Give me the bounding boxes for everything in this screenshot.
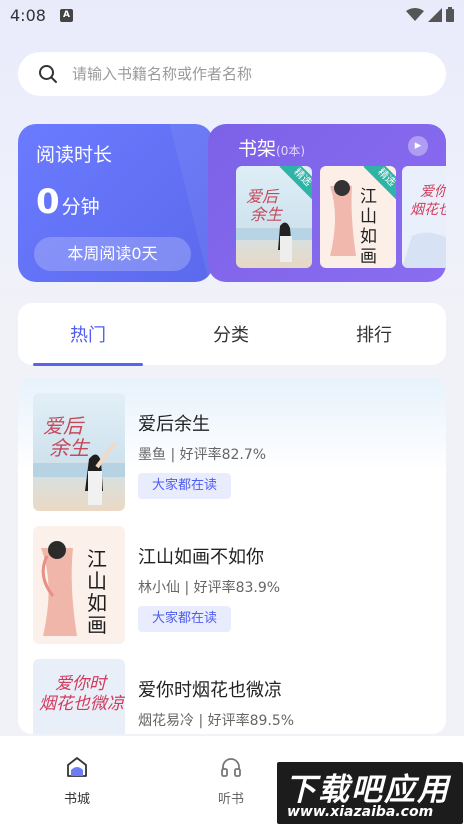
book-meta: 林小仙 | 好评率83.9% [138,580,281,596]
svg-text:画: 画 [360,247,377,267]
nav-label: 书城 [63,792,90,807]
svg-text:如: 如 [87,591,107,615]
reading-time-title: 阅读时长 [36,144,113,166]
list-item[interactable]: 爱你时 烟花也微凉 爱你时烟花也微凉 烟花易冷 | 好评率89.5% [18,644,446,734]
nav-label: 听书 [217,792,244,807]
book-title[interactable]: 江山如画不如你 [138,543,264,569]
search-bar[interactable] [18,52,446,96]
svg-text:爱后: 爱后 [43,414,85,438]
reading-minutes: 0 [36,182,60,222]
book-title[interactable]: 爱后余生 [138,410,210,436]
svg-text:爱你时: 爱你时 [420,184,446,200]
tab-ranking[interactable]: 排行 [319,321,429,347]
svg-text:烟花也微凉: 烟花也微凉 [39,694,125,714]
status-time: 4:08 [10,6,46,25]
svg-text:山: 山 [87,569,107,593]
svg-text:爱后: 爱后 [246,187,280,206]
svg-text:爱你时: 爱你时 [55,674,109,694]
nav-audiobook[interactable]: 听书 [201,756,261,807]
book-cover-art: 爱后 余生 [33,393,125,511]
watermark-logo-text: 下载吧应用 [285,772,450,808]
watermark-url: www.xiazaiba.com [287,804,434,820]
search-icon [39,65,57,83]
shelf-book-cover[interactable]: 爱后 余生 精选 [236,166,312,268]
book-meta: 墨鱼 | 好评率82.7% [138,447,267,463]
list-item[interactable]: 江 山 如 画 江山如画不如你 林小仙 | 好评率83.9% 大家都在读 [18,511,446,644]
svg-text:江: 江 [360,187,377,207]
book-meta: 烟花易冷 | 好评率89.5% [138,713,295,729]
category-tabs: 热门 分类 排行 [18,303,446,366]
shelf-book-cover[interactable]: 爱你时 烟花也 [402,166,446,268]
battery-icon [446,7,454,22]
popular-tag: 大家都在读 [138,473,232,499]
bookshelf-title: 书架 [238,138,277,160]
book-cover[interactable]: 爱后 余生 [33,393,125,511]
system-icons [406,7,454,22]
search-input[interactable] [72,52,432,96]
book-cover-art: 爱你时 烟花也 [402,166,446,268]
bookshelf-card[interactable]: 书架(0本) ▸ 爱后 余生 精选 江 山 如 画 精选 爱你时 [208,124,446,282]
weekly-reading-button[interactable]: 本周阅读0天 [34,237,191,271]
reading-time-card[interactable]: 阅读时长 0 分钟 本周阅读0天 [18,124,213,282]
notification-icon: A [60,9,73,22]
svg-text:画: 画 [87,613,107,637]
book-cover[interactable]: 江 山 如 画 [33,526,125,644]
site-watermark: 下载吧应用 www.xiazaiba.com [277,762,463,824]
book-cover[interactable]: 爱你时 烟花也微凉 [33,659,125,734]
popular-tag: 大家都在读 [138,606,232,632]
svg-text:余生: 余生 [49,436,91,460]
reading-time-value: 0 分钟 [36,182,100,222]
book-cover-art: 江 山 如 画 [33,526,125,644]
list-item[interactable]: 爱后 余生 爱后余生 墨鱼 | 好评率82.7% 大家都在读 [18,378,446,511]
svg-text:山: 山 [360,207,377,227]
chevron-right-icon[interactable]: ▸ [408,136,428,156]
tab-hot[interactable]: 热门 [33,321,143,347]
bookshelf-count: (0本) [276,144,306,158]
book-list: 爱后 余生 爱后余生 墨鱼 | 好评率82.7% 大家都在读 江 山 如 画 江… [18,378,446,734]
shelf-book-cover[interactable]: 江 山 如 画 精选 [320,166,396,268]
home-icon [67,757,87,777]
headphones-icon [221,758,241,777]
reading-unit: 分钟 [61,196,100,218]
bookshelf-header: 书架(0本) [238,134,305,161]
wifi-icon [406,7,424,21]
svg-text:江: 江 [87,547,107,571]
signal-icon [428,7,442,22]
svg-text:烟花也: 烟花也 [410,202,446,218]
tab-category[interactable]: 分类 [176,321,286,347]
active-tab-indicator [33,363,143,366]
svg-text:余生: 余生 [250,205,284,224]
svg-text:如: 如 [360,227,377,247]
status-bar: 4:08 A [0,0,464,32]
book-cover-art: 爱你时 烟花也微凉 [33,659,125,734]
nav-bookstore[interactable]: 书城 [47,756,107,807]
book-title[interactable]: 爱你时烟花也微凉 [138,676,282,702]
